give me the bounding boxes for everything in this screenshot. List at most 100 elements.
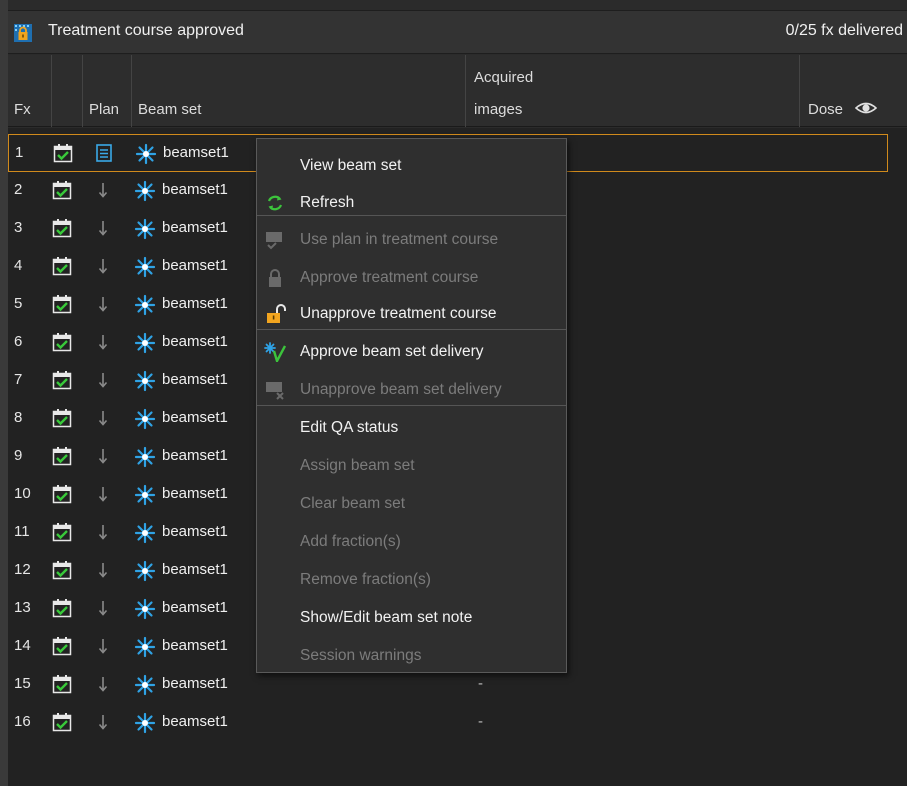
beam-set-icon <box>134 712 156 734</box>
arrow-down-icon <box>94 522 112 542</box>
arrow-down-icon <box>94 598 112 618</box>
col-acquired-label-line2: images <box>474 101 523 118</box>
arrow-down-icon <box>94 294 112 314</box>
fraction-number: 14 <box>14 637 31 654</box>
col-acquired-label-line1: Acquired <box>474 69 534 86</box>
menu-item-label: Edit QA status <box>300 419 399 436</box>
arrow-down-icon <box>94 370 112 390</box>
beam-set-name: beamset1 <box>162 713 228 730</box>
menu-item-clear-beam-set: Clear beam set <box>257 485 566 523</box>
menu-item-approve-treatment-course: Approve treatment course <box>257 259 566 297</box>
col-dose-label: Dose <box>808 101 844 118</box>
menu-item-assign-beam-set: Assign beam set <box>257 447 566 485</box>
beam-set-icon <box>134 674 156 696</box>
beam-set-icon <box>134 408 156 430</box>
beam-set-icon <box>134 218 156 240</box>
calendar-check-icon <box>52 370 72 390</box>
fraction-number: 1 <box>15 144 24 161</box>
fraction-number: 3 <box>14 219 23 236</box>
menu-item-show-edit-beam-set-note[interactable]: Show/Edit beam set note <box>257 599 566 637</box>
menu-item-label: Remove fraction(s) <box>300 571 431 588</box>
beam-set-name: beamset1 <box>162 523 228 540</box>
col-dose-header[interactable]: Dose <box>800 55 907 127</box>
menu-item-edit-qa-status[interactable]: Edit QA status <box>257 409 566 447</box>
refresh-icon <box>264 193 286 213</box>
menu-item-label: Refresh <box>300 194 355 211</box>
menu-separator <box>257 329 566 330</box>
menu-item-unapprove-treatment-course[interactable]: Unapprove treatment course <box>257 295 566 333</box>
menu-item-label: Session warnings <box>300 647 422 664</box>
calendar-check-icon <box>52 180 72 200</box>
course-status-title: Treatment course approved <box>48 22 244 39</box>
menu-separator <box>257 215 566 216</box>
beam-set-name: beamset1 <box>162 447 228 464</box>
beam-set-name: beamset1 <box>162 637 228 654</box>
fraction-number: 16 <box>14 713 31 730</box>
fraction-number: 7 <box>14 371 23 388</box>
col-beamset-label: Beam set <box>138 101 202 118</box>
unapprove-delivery-icon <box>264 380 286 400</box>
acquired-images-value: - <box>478 713 483 730</box>
beam-set-name: beamset1 <box>162 295 228 312</box>
beam-set-icon <box>134 636 156 658</box>
table-header: Fx Plan Beam set Acquired images Dose <box>8 55 907 127</box>
menu-item-label: Approve beam set delivery <box>300 343 484 360</box>
beam-set-name: beamset1 <box>162 485 228 502</box>
col-status-header[interactable] <box>52 55 83 127</box>
calendar-check-icon <box>52 522 72 542</box>
calendar-check-icon <box>52 484 72 504</box>
calendar-check-icon <box>52 598 72 618</box>
arrow-down-icon <box>94 674 112 694</box>
context-menu: View beam set Refresh Use plan in treatm… <box>256 138 567 673</box>
calendar-check-icon <box>52 294 72 314</box>
menu-item-remove-fraction-s: Remove fraction(s) <box>257 561 566 599</box>
calendar-check-icon <box>53 143 73 163</box>
col-fx-header[interactable]: Fx <box>8 55 52 127</box>
arrow-down-icon <box>94 408 112 428</box>
eye-icon[interactable] <box>854 99 878 121</box>
beam-set-icon <box>134 370 156 392</box>
calendar-check-icon <box>52 408 72 428</box>
calendar-check-icon <box>52 218 72 238</box>
menu-item-label: Show/Edit beam set note <box>300 609 473 626</box>
beam-set-icon <box>134 332 156 354</box>
menu-item-label: Unapprove beam set delivery <box>300 381 502 398</box>
use-plan-icon <box>264 230 286 250</box>
menu-item-view-beam-set[interactable]: View beam set <box>257 147 566 185</box>
arrow-down-icon <box>94 218 112 238</box>
beam-set-icon <box>135 143 157 165</box>
beam-set-name: beamset1 <box>162 409 228 426</box>
beam-set-icon <box>134 560 156 582</box>
menu-item-use-plan-in-treatment-course: Use plan in treatment course <box>257 221 566 259</box>
arrow-down-icon <box>94 446 112 466</box>
treatment-course-header: Treatment course approved 0/25 fx delive… <box>8 10 907 54</box>
left-panel-edge <box>0 0 8 786</box>
beam-set-name: beamset1 <box>162 219 228 236</box>
fraction-number: 6 <box>14 333 23 350</box>
beam-set-icon <box>134 522 156 544</box>
menu-item-unapprove-beam-set-delivery: Unapprove beam set delivery <box>257 371 566 409</box>
beam-set-icon <box>134 484 156 506</box>
beam-set-name: beamset1 <box>162 599 228 616</box>
calendar-check-icon <box>52 712 72 732</box>
beam-set-name: beamset1 <box>162 333 228 350</box>
beam-set-icon <box>134 446 156 468</box>
fraction-number: 4 <box>14 257 23 274</box>
arrow-down-icon <box>94 484 112 504</box>
menu-item-label: Add fraction(s) <box>300 533 401 550</box>
menu-item-refresh[interactable]: Refresh <box>257 184 566 222</box>
menu-item-label: Clear beam set <box>300 495 406 512</box>
col-beamset-header[interactable]: Beam set <box>132 55 466 127</box>
col-acquired-header[interactable]: Acquired images <box>466 55 800 127</box>
calendar-check-icon <box>52 332 72 352</box>
table-row[interactable]: 16 beamset1 - <box>8 704 888 742</box>
beam-set-name: beamset1 <box>162 561 228 578</box>
beam-set-name: beamset1 <box>162 181 228 198</box>
menu-item-add-fraction-s: Add fraction(s) <box>257 523 566 561</box>
fraction-number: 15 <box>14 675 31 692</box>
menu-item-label: View beam set <box>300 157 402 174</box>
beam-set-name: beamset1 <box>163 144 229 161</box>
col-plan-header[interactable]: Plan <box>83 55 132 127</box>
calendar-check-icon <box>52 636 72 656</box>
menu-item-approve-beam-set-delivery[interactable]: Approve beam set delivery <box>257 333 566 371</box>
